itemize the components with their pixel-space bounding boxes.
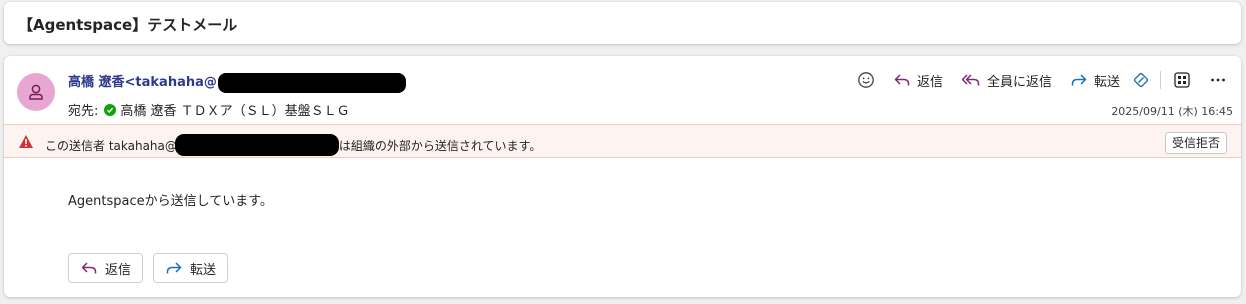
redacted-block	[174, 134, 339, 156]
reply-icon	[894, 74, 910, 86]
recipients-line: 宛先: 高橋 遼香 ＴＤＸア（ＳＬ）基盤ＳＬＧ	[68, 100, 350, 119]
reply-icon	[81, 262, 97, 274]
external-sender-banner: この送信者 takahaha@ は組織の外部から送信されています。 受信拒否	[4, 124, 1241, 158]
forward-icon	[166, 262, 182, 274]
block-sender-button[interactable]: 受信拒否	[1164, 132, 1227, 154]
more-horizontal-icon	[1211, 78, 1225, 82]
toolbar-divider	[1160, 71, 1161, 89]
warning-text: この送信者 takahaha@ は組織の外部から送信されています。	[45, 134, 541, 156]
mail-subject: 【Agentspace】テストメール	[18, 16, 238, 34]
emoji-reaction-button[interactable]	[855, 69, 877, 91]
avatar[interactable]	[17, 73, 55, 111]
to-label: 宛先:	[68, 104, 99, 119]
reply-all-icon	[961, 74, 980, 86]
more-actions-button[interactable]	[1207, 69, 1229, 91]
reply-label: 返信	[916, 74, 943, 90]
warning-icon	[18, 134, 34, 152]
footer-reply-label: 返信	[105, 262, 132, 278]
reply-all-button[interactable]: 全員に返信	[961, 71, 1052, 90]
forward-icon	[1071, 74, 1087, 86]
share-button[interactable]	[1130, 69, 1152, 91]
apps-grid-icon	[1174, 72, 1190, 88]
message-body: Agentspaceから送信しています。	[68, 194, 273, 209]
person-icon	[29, 84, 43, 100]
sender-display: 高橋 遼香<takahaha@	[68, 75, 217, 90]
footer-forward-button[interactable]: 転送	[153, 253, 229, 283]
reply-button[interactable]: 返信	[893, 71, 943, 90]
footer-reply-button[interactable]: 返信	[68, 253, 144, 283]
reply-all-label: 全員に返信	[986, 74, 1052, 90]
verified-icon	[104, 103, 117, 116]
warning-suffix: は組織の外部から送信されています。	[338, 138, 542, 153]
forward-button[interactable]: 転送	[1070, 71, 1120, 90]
sent-date: 2025/09/11 (木) 16:45	[1111, 105, 1233, 118]
recipient-name[interactable]: 高橋 遼香 ＴＤＸア（ＳＬ）基盤ＳＬＧ	[120, 100, 349, 119]
warning-prefix: この送信者 takahaha@	[45, 138, 177, 153]
redacted-block	[217, 72, 406, 93]
message-actions: 返信 全員に返信 転送	[845, 69, 1229, 91]
sender-name[interactable]: 高橋 遼香<takahaha@	[68, 71, 406, 93]
smiley-icon	[858, 72, 874, 88]
mail-reading-pane: 高橋 遼香<takahaha@ 宛先: 高橋 遼香 ＴＤＸア（ＳＬ）基盤ＳＬＧ …	[4, 56, 1241, 297]
subject-header: 【Agentspace】テストメール	[4, 2, 1241, 44]
forward-label: 転送	[1093, 74, 1120, 90]
diamond-link-icon	[1133, 72, 1149, 88]
apps-button[interactable]	[1171, 69, 1193, 91]
footer-forward-label: 転送	[190, 262, 217, 278]
